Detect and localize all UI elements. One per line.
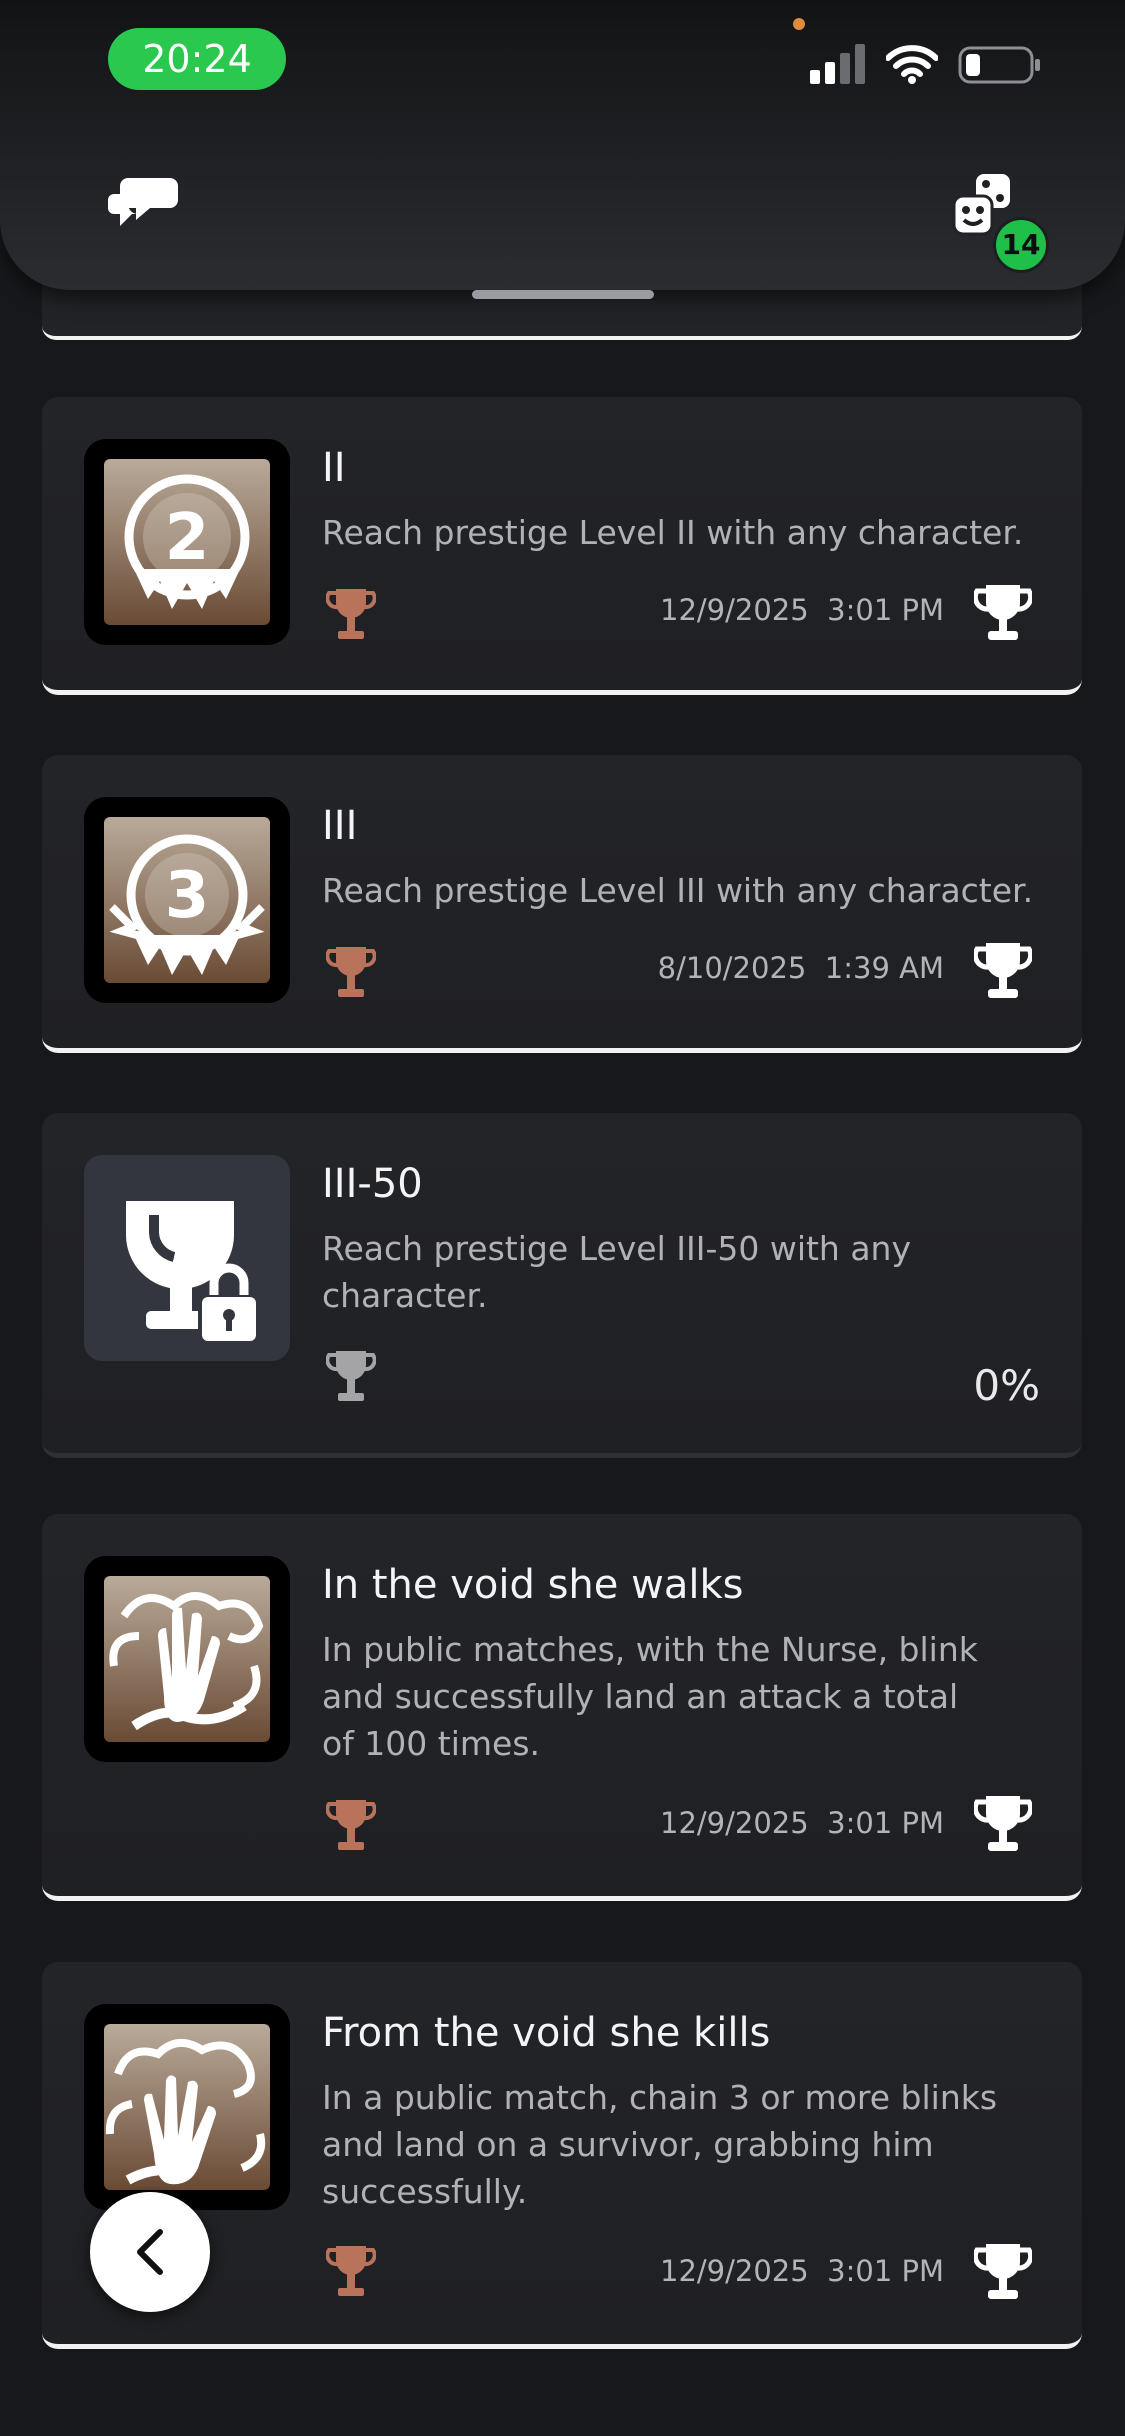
status-time: 20:24 bbox=[108, 28, 286, 90]
trophy-icon bbox=[974, 585, 1032, 640]
bronze-trophy-icon bbox=[326, 589, 376, 639]
trophy-card[interactable]: 2 II Reach prestige Level II with any ch… bbox=[42, 397, 1082, 695]
bronze-trophy-icon bbox=[326, 947, 376, 997]
trophy-list-screen: 20:24 14 2 II Reach prestige Level II wi… bbox=[0, 0, 1125, 2436]
trophy-description: In a public match, chain 3 or more blink… bbox=[322, 2078, 998, 2211]
bronze-trophy-icon bbox=[326, 2246, 376, 2296]
trophy-description: Reach prestige Level III with any charac… bbox=[322, 871, 1034, 910]
trophy-image: 2 bbox=[84, 439, 290, 645]
wifi-icon bbox=[886, 45, 938, 84]
trophy-title: In the void she walks bbox=[322, 1562, 744, 1608]
trophy-title: From the void she kills bbox=[322, 2010, 771, 2056]
trophy-card-locked[interactable]: III-50 Reach prestige Level III-50 with … bbox=[42, 1113, 1082, 1458]
trophy-title: III-50 bbox=[322, 1161, 423, 1207]
emblem-number: 3 bbox=[165, 859, 210, 933]
bronze-trophy-icon bbox=[326, 1800, 376, 1850]
emblem-number: 2 bbox=[165, 501, 210, 575]
trophy-title: II bbox=[322, 445, 346, 491]
trophy-image bbox=[84, 2004, 290, 2210]
locked-trophy-image bbox=[84, 1155, 290, 1361]
drag-handle[interactable] bbox=[472, 290, 654, 299]
notification-badge: 14 bbox=[993, 217, 1049, 273]
trophy-title: III bbox=[322, 803, 358, 849]
trophy-description: Reach prestige Level III-50 with any cha… bbox=[322, 1229, 912, 1315]
trophy-image: 3 bbox=[84, 797, 290, 1003]
top-header: 20:24 14 bbox=[0, 0, 1125, 290]
back-button[interactable] bbox=[90, 2192, 210, 2312]
trophy-card[interactable]: From the void she kills In a public matc… bbox=[42, 1962, 1082, 2349]
silver-trophy-icon bbox=[326, 1351, 376, 1401]
trophy-card[interactable]: 3 III Reach prestige Level III with any … bbox=[42, 755, 1082, 1053]
earned-date: 8/10/2025 1:39 AM bbox=[657, 951, 944, 985]
battery-icon bbox=[958, 46, 1040, 84]
locked-trophy-icon bbox=[126, 1201, 260, 1345]
trophy-image bbox=[84, 1556, 290, 1762]
trophy-description: In public matches, with the Nurse, blink… bbox=[322, 1630, 978, 1763]
trophy-icon bbox=[974, 2244, 1032, 2299]
privacy-indicator-dot bbox=[793, 18, 805, 30]
trophy-icon bbox=[974, 943, 1032, 998]
cellular-signal-icon bbox=[810, 44, 865, 84]
chevron-left-icon bbox=[137, 2229, 163, 2275]
earned-date: 12/9/2025 3:01 PM bbox=[660, 2254, 944, 2288]
progress-percent: 0% bbox=[973, 1361, 1040, 1410]
earned-date: 12/9/2025 3:01 PM bbox=[660, 1806, 944, 1840]
trophy-card[interactable]: In the void she walks In public matches,… bbox=[42, 1514, 1082, 1901]
trophy-icon bbox=[974, 1796, 1032, 1851]
earned-date: 12/9/2025 3:01 PM bbox=[660, 593, 944, 627]
trophy-description: Reach prestige Level II with any charact… bbox=[322, 513, 1024, 552]
chat-bubbles-icon[interactable] bbox=[108, 172, 178, 232]
